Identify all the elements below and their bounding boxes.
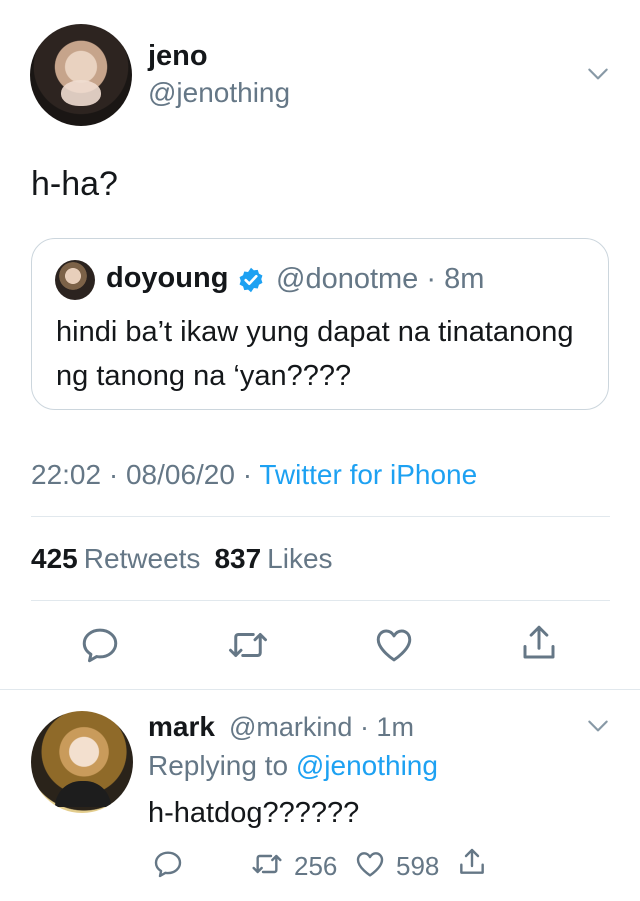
like-icon[interactable] (373, 624, 415, 666)
reply-author-avatar[interactable] (31, 711, 133, 813)
reply-author-name[interactable]: mark (148, 711, 215, 743)
verified-badge-icon (239, 267, 263, 293)
retweets-label[interactable]: Retweets (84, 543, 201, 574)
reply-retweet-count: 256 (294, 851, 338, 881)
quoted-author-avatar[interactable] (55, 260, 95, 300)
replying-to-prefix: Replying to (148, 750, 296, 781)
chevron-down-icon[interactable] (585, 713, 611, 739)
timestamp-text: 22:02 · 08/06/20 · (31, 459, 260, 490)
reply-icon[interactable] (79, 624, 121, 666)
tweet-timestamp: 22:02 · 08/06/20 · Twitter for iPhone (31, 459, 477, 491)
chevron-down-icon[interactable] (585, 61, 611, 87)
likes-label[interactable]: Likes (267, 543, 332, 574)
reply-text: h-hatdog?????? (148, 797, 360, 829)
tweet-text: h-ha? (31, 165, 118, 203)
quoted-author-meta: @donotme · 8m (276, 263, 485, 295)
author-handle[interactable]: @jenothing (148, 77, 290, 109)
quoted-tweet-text: hindi ba’t ikaw yung dapat na tinatanong… (56, 316, 574, 392)
divider (31, 516, 610, 517)
divider (31, 600, 610, 601)
retweet-icon[interactable] (251, 848, 283, 880)
retweets-count[interactable]: 425 (31, 543, 78, 574)
share-icon[interactable] (456, 846, 488, 878)
divider (0, 689, 640, 690)
author-avatar[interactable] (30, 24, 132, 126)
replying-to-mention[interactable]: @jenothing (296, 750, 438, 781)
tweet-source-link[interactable]: Twitter for iPhone (259, 459, 477, 490)
likes-count[interactable]: 837 (214, 543, 261, 574)
reply-icon[interactable] (152, 848, 184, 880)
reply-like-count: 598 (396, 851, 440, 881)
like-icon[interactable] (354, 848, 386, 880)
author-name[interactable]: jeno (148, 40, 208, 73)
reply-author-meta: @markind · 1m (229, 712, 414, 742)
replying-to-line: Replying to @jenothing (148, 750, 438, 782)
quoted-author-name[interactable]: doyoung (106, 262, 228, 295)
retweet-icon[interactable] (227, 624, 269, 666)
tweet-stats: 425 Retweets 837 Likes (31, 543, 347, 575)
share-icon[interactable] (518, 622, 560, 664)
